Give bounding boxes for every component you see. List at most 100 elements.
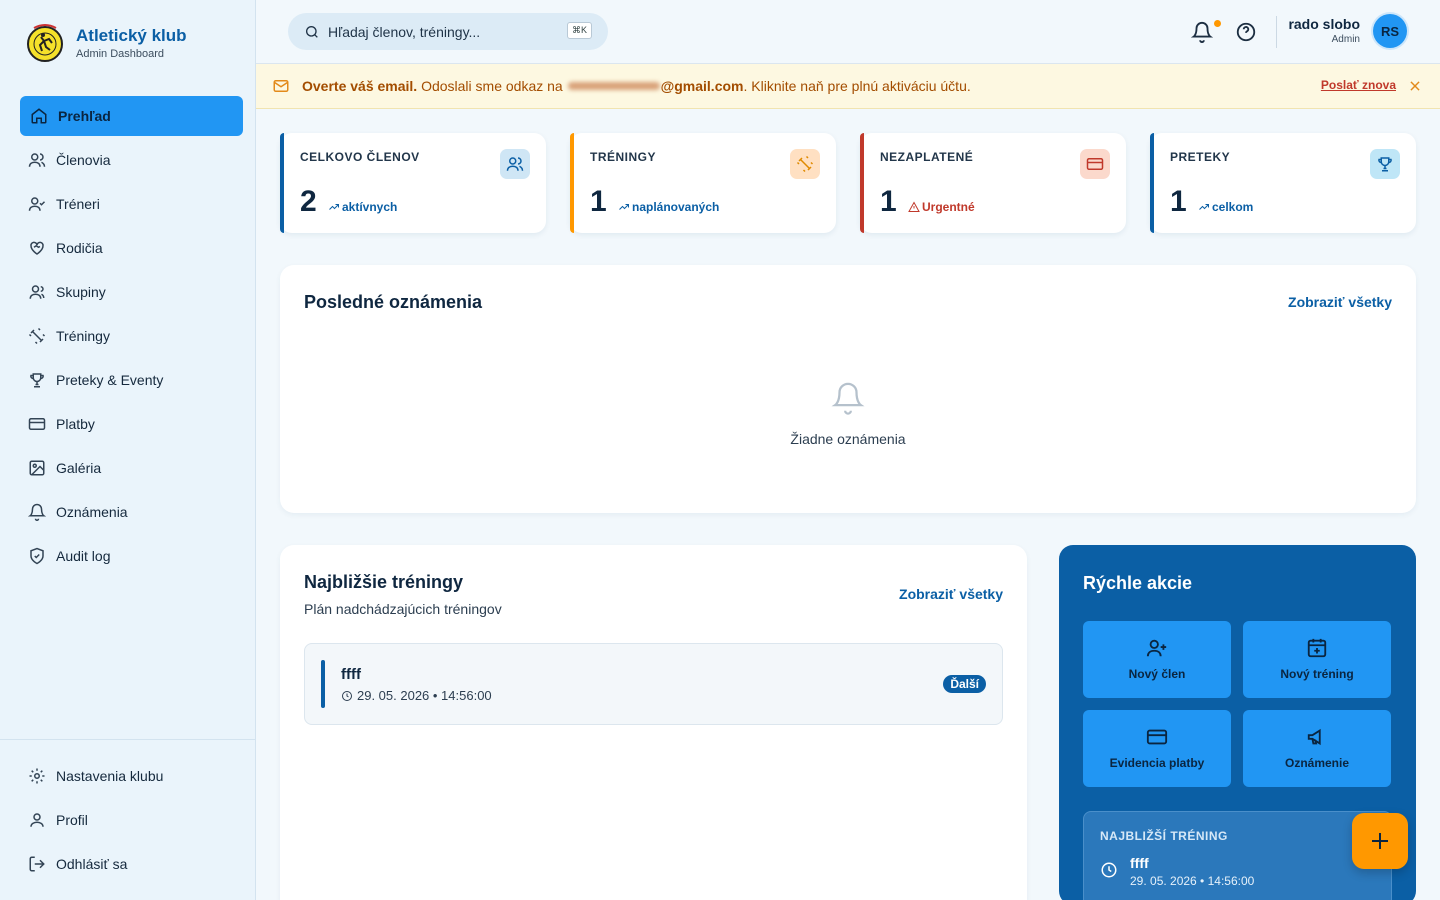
sidebar-item-treningy[interactable]: Tréningy: [20, 316, 243, 356]
training-name: ffff: [341, 666, 361, 683]
sidebar-item-treneri[interactable]: Tréneri: [20, 184, 243, 224]
user-name[interactable]: rado slobo: [1288, 16, 1360, 32]
stat-icon-box: [1370, 149, 1400, 179]
sidebar-item-label: Galéria: [56, 460, 102, 476]
trainings-view-all-link[interactable]: Zobraziť všetky: [899, 586, 1003, 602]
credit-card-icon: [28, 418, 46, 430]
user-plus-icon: [1146, 639, 1167, 657]
sidebar-item-oznamenia[interactable]: Oznámenia: [20, 492, 243, 532]
announcements-title: Posledné oznámenia: [304, 292, 483, 312]
stat-sub-label: celkom: [1212, 200, 1254, 214]
user-icon: [30, 813, 44, 827]
sidebar-item-profil[interactable]: Profil: [20, 800, 243, 840]
status-badge: Ďalší: [943, 675, 986, 693]
sidebar-item-label: Profil: [56, 812, 88, 828]
topbar-divider: [1276, 16, 1277, 48]
stat-card-members[interactable]: CELKOVO ČLENOV 2 aktívnych: [280, 133, 546, 233]
next-training-card[interactable]: NAJBLIŽŠÍ TRÉNING ffff 29. 05. 2026 • 14…: [1083, 811, 1392, 900]
close-icon[interactable]: [1408, 79, 1422, 93]
notification-dot: [1214, 20, 1221, 27]
trainings-subtitle: Plán nadchádzajúcich tréningov: [304, 601, 502, 617]
quick-action-label: Evidencia platby: [1109, 756, 1205, 770]
banner-bold-text: Overte váš email.: [302, 78, 418, 94]
trend-up-icon: [619, 204, 629, 210]
plus-icon: [1372, 833, 1388, 849]
stat-card-trainings[interactable]: TRÉNINGY 1 naplánovaných: [570, 133, 836, 233]
stat-value: 1: [1170, 185, 1187, 218]
stat-label: NEZAPLATENÉ: [880, 150, 974, 164]
sidebar-item-nastavenia[interactable]: Nastavenia klubu: [20, 756, 243, 796]
clock-icon: [342, 690, 352, 701]
sidebar-item-label: Preteky & Eventy: [56, 372, 164, 388]
stat-accent-bar: [570, 133, 574, 233]
stat-value: 2: [300, 185, 317, 218]
avatar[interactable]: RS: [1373, 14, 1407, 48]
sidebar-item-label: Oznámenia: [56, 504, 128, 520]
sidebar-item-label: Platby: [56, 416, 95, 432]
stat-card-races[interactable]: PRETEKY 1 celkom: [1150, 133, 1416, 233]
trend-up-icon: [1199, 204, 1209, 210]
add-fab-button[interactable]: [1352, 813, 1408, 869]
sidebar-item-prehlad[interactable]: Prehľad: [20, 96, 243, 136]
credit-card-icon: [1146, 729, 1168, 745]
stat-icon-box: [500, 149, 530, 179]
heart-handshake-icon: [30, 241, 44, 255]
sidebar-item-odhlasit[interactable]: Odhlásiť sa: [20, 844, 243, 884]
help-icon[interactable]: [1235, 21, 1257, 43]
sidebar-item-galeria[interactable]: Galéria: [20, 448, 243, 488]
stat-label: TRÉNINGY: [590, 150, 657, 164]
stat-accent-bar: [280, 133, 284, 233]
record-payment-button[interactable]: Evidencia platby: [1083, 710, 1231, 787]
stat-card-unpaid[interactable]: NEZAPLATENÉ 1 Urgentné: [860, 133, 1126, 233]
resend-link[interactable]: Poslať znova: [1321, 78, 1396, 92]
search-input[interactable]: [328, 23, 558, 40]
mail-icon: [273, 80, 289, 92]
brand[interactable]: Atletický klub Admin Dashboard: [24, 20, 187, 66]
sidebar-divider: [0, 739, 255, 740]
shield-icon: [30, 547, 44, 565]
banner-text-after: . Kliknite naň pre plnú aktiváciu účtu.: [743, 78, 971, 94]
stat-accent-bar: [1150, 133, 1154, 233]
announcements-view-all-link[interactable]: Zobraziť všetky: [1288, 294, 1392, 310]
sidebar-item-preteky[interactable]: Preteky & Eventy: [20, 360, 243, 400]
gear-icon: [29, 768, 45, 784]
bottom-nav: Nastavenia klubu Profil Odhlásiť sa: [20, 756, 243, 888]
quick-action-label: Oznámenie: [1284, 756, 1350, 770]
search-icon: [306, 25, 318, 38]
sidebar-item-label: Odhlásiť sa: [56, 856, 128, 872]
search-box[interactable]: ⌘K: [288, 13, 608, 50]
home-icon: [31, 108, 47, 124]
image-icon: [29, 460, 45, 476]
trophy-icon: [30, 373, 44, 388]
bell-icon: [831, 382, 865, 415]
dumbbell-icon: [796, 155, 814, 173]
logout-icon: [29, 856, 45, 872]
sidebar-item-platby[interactable]: Platby: [20, 404, 243, 444]
stat-sub-label: Urgentné: [922, 200, 975, 214]
quick-action-label: Nový člen: [1128, 667, 1186, 681]
stat-value: 1: [590, 185, 607, 218]
megaphone-icon: [1307, 728, 1321, 746]
trend-up-icon: [329, 204, 339, 210]
training-list-item[interactable]: ffff 29. 05. 2026 • 14:56:00 Ďalší: [304, 643, 1003, 725]
warning-icon: [908, 201, 920, 212]
sidebar-item-skupiny[interactable]: Skupiny: [20, 272, 243, 312]
stat-sub: aktívnych: [328, 200, 397, 214]
sidebar-item-label: Rodičia: [56, 240, 103, 256]
announcement-button[interactable]: Oznámenie: [1243, 710, 1391, 787]
empty-state-text: Žiadne oznámenia: [790, 431, 906, 447]
notification-bell-icon[interactable]: [1191, 21, 1213, 43]
users-group-icon: [29, 285, 45, 299]
sidebar-item-audit-log[interactable]: Audit log: [20, 536, 243, 576]
stat-icon-box: [1080, 149, 1110, 179]
brand-title: Atletický klub: [76, 26, 187, 45]
new-member-button[interactable]: Nový člen: [1083, 621, 1231, 698]
club-logo-icon: [27, 24, 63, 62]
trophy-icon: [1378, 157, 1392, 172]
stat-sub-label: aktívnych: [342, 200, 398, 214]
next-training-date: 29. 05. 2026 • 14:56:00: [1130, 874, 1255, 888]
sidebar-item-clenovia[interactable]: Členovia: [20, 140, 243, 180]
training-date-text: 29. 05. 2026 • 14:56:00: [357, 688, 492, 703]
new-training-button[interactable]: Nový tréning: [1243, 621, 1391, 698]
sidebar-item-rodicia[interactable]: Rodičia: [20, 228, 243, 268]
